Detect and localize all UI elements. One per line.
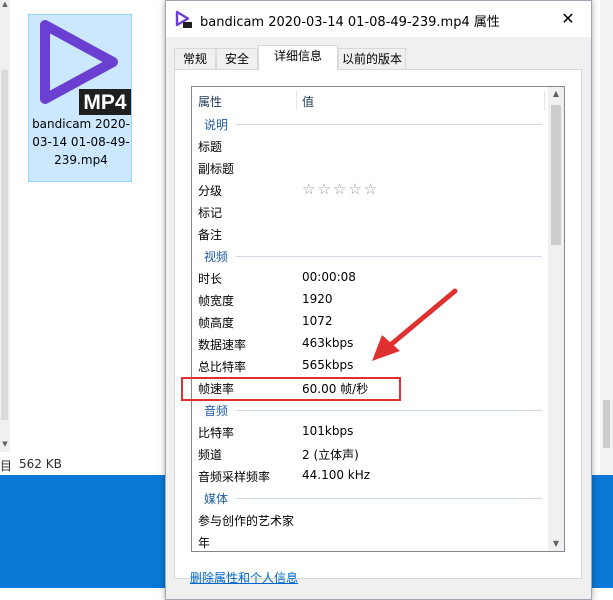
group-divider <box>236 410 542 411</box>
property-row[interactable]: 副标题 <box>192 157 550 179</box>
tab-general[interactable]: 常规 <box>174 48 216 69</box>
property-name: 年 <box>198 536 211 550</box>
column-header-value[interactable]: 值 <box>302 93 314 110</box>
scroll-down-icon[interactable]: ▼ <box>548 539 564 548</box>
property-name: 备注 <box>198 228 223 242</box>
status-size: 562 KB <box>19 457 62 471</box>
scrollbar-thumb[interactable] <box>551 105 561 245</box>
remove-properties-link[interactable]: 删除属性和个人信息 <box>190 569 298 586</box>
property-name: 参与创作的艺术家 <box>198 514 295 528</box>
scroll-up-icon[interactable]: ▲ <box>548 89 564 98</box>
tab-security[interactable]: 安全 <box>216 48 258 69</box>
property-row[interactable]: 频道 2 (立体声) <box>192 443 550 465</box>
property-name: 分级 <box>198 184 223 198</box>
red-arrow-icon <box>372 288 458 361</box>
left-scrollbar[interactable]: ▲ ▼ <box>0 0 10 452</box>
property-value: 44.100 kHz <box>302 468 371 482</box>
scrollbar-thumb[interactable] <box>603 400 610 448</box>
property-name: 标题 <box>198 140 223 154</box>
property-value: 463kbps <box>302 336 354 350</box>
group-divider <box>236 498 542 499</box>
group-header: 媒体 <box>192 487 550 509</box>
group-title: 媒体 <box>204 492 229 506</box>
rating-stars-icon[interactable]: ☆☆☆☆☆ <box>302 180 379 198</box>
mp4-badge: MP4 <box>83 91 127 114</box>
group-header: 音频 <box>192 399 550 421</box>
property-row[interactable]: 年 <box>192 531 550 551</box>
column-headers: 属性 值 <box>192 87 552 113</box>
property-value: 565kbps <box>302 358 354 372</box>
column-header-property[interactable]: 属性 <box>198 93 222 110</box>
column-divider[interactable] <box>544 90 545 110</box>
property-row[interactable]: 标记 <box>192 201 550 223</box>
group-title: 音频 <box>204 404 229 418</box>
file-name: bandicam 2020-03-14 01-08-49-239.mp4 <box>32 117 130 167</box>
property-row[interactable]: 参与创作的艺术家 <box>192 509 550 531</box>
scroll-down-icon[interactable]: ▼ <box>0 440 10 448</box>
video-file-icon: MP4 <box>40 20 131 115</box>
list-scrollbar[interactable]: ▲ ▼ <box>548 87 564 551</box>
tab-previous-versions[interactable]: 以前的版本 <box>338 48 406 69</box>
scroll-up-icon[interactable]: ▲ <box>0 0 10 8</box>
group-header: 视频 <box>192 245 550 267</box>
property-name: 帧高度 <box>198 316 235 330</box>
dialog-title: bandicam 2020-03-14 01-08-49-239.mp4 属性 <box>200 15 500 30</box>
status-bar: 目 562 KB <box>0 455 160 473</box>
property-name: 频道 <box>198 448 223 462</box>
property-name: 副标题 <box>198 162 235 176</box>
property-value: 101kbps <box>302 424 354 438</box>
video-file-icon <box>175 10 192 28</box>
column-divider[interactable] <box>296 90 297 110</box>
property-row[interactable]: 音频采样频率 44.100 kHz <box>192 465 550 487</box>
file-item[interactable]: MP4 bandicam 2020-03-14 01-08-49-239.mp4 <box>28 14 132 182</box>
property-value: 1072 <box>302 314 333 328</box>
property-name: 标记 <box>198 206 223 220</box>
highlight-box <box>181 377 401 401</box>
group-divider <box>236 256 542 257</box>
group-header: 说明 <box>192 113 550 135</box>
property-name: 数据速率 <box>198 338 247 352</box>
status-selected-text: 目 <box>0 459 13 473</box>
tab-details[interactable]: 详细信息 <box>258 45 338 71</box>
property-name: 比特率 <box>198 426 235 440</box>
close-button[interactable]: ✕ <box>545 1 591 37</box>
property-name: 时长 <box>198 272 223 286</box>
property-row[interactable]: 分级 ☆☆☆☆☆ <box>192 179 550 201</box>
property-row[interactable]: 比特率 101kbps <box>192 421 550 443</box>
group-divider <box>236 124 542 125</box>
property-row[interactable]: 备注 <box>192 223 550 245</box>
title-bar[interactable]: bandicam 2020-03-14 01-08-49-239.mp4 属性 … <box>166 1 591 37</box>
property-value: 00:00:08 <box>302 270 356 284</box>
property-name: 帧宽度 <box>198 294 235 308</box>
group-title: 说明 <box>204 118 229 132</box>
scrollbar-thumb[interactable] <box>1 70 8 420</box>
property-name: 总比特率 <box>198 360 247 374</box>
property-value: 2 (立体声) <box>302 448 359 462</box>
property-value: 1920 <box>302 292 333 306</box>
property-row[interactable]: 标题 <box>192 135 550 157</box>
group-title: 视频 <box>204 250 229 264</box>
right-scrollbar[interactable] <box>600 0 613 475</box>
property-name: 音频采样频率 <box>198 470 271 484</box>
